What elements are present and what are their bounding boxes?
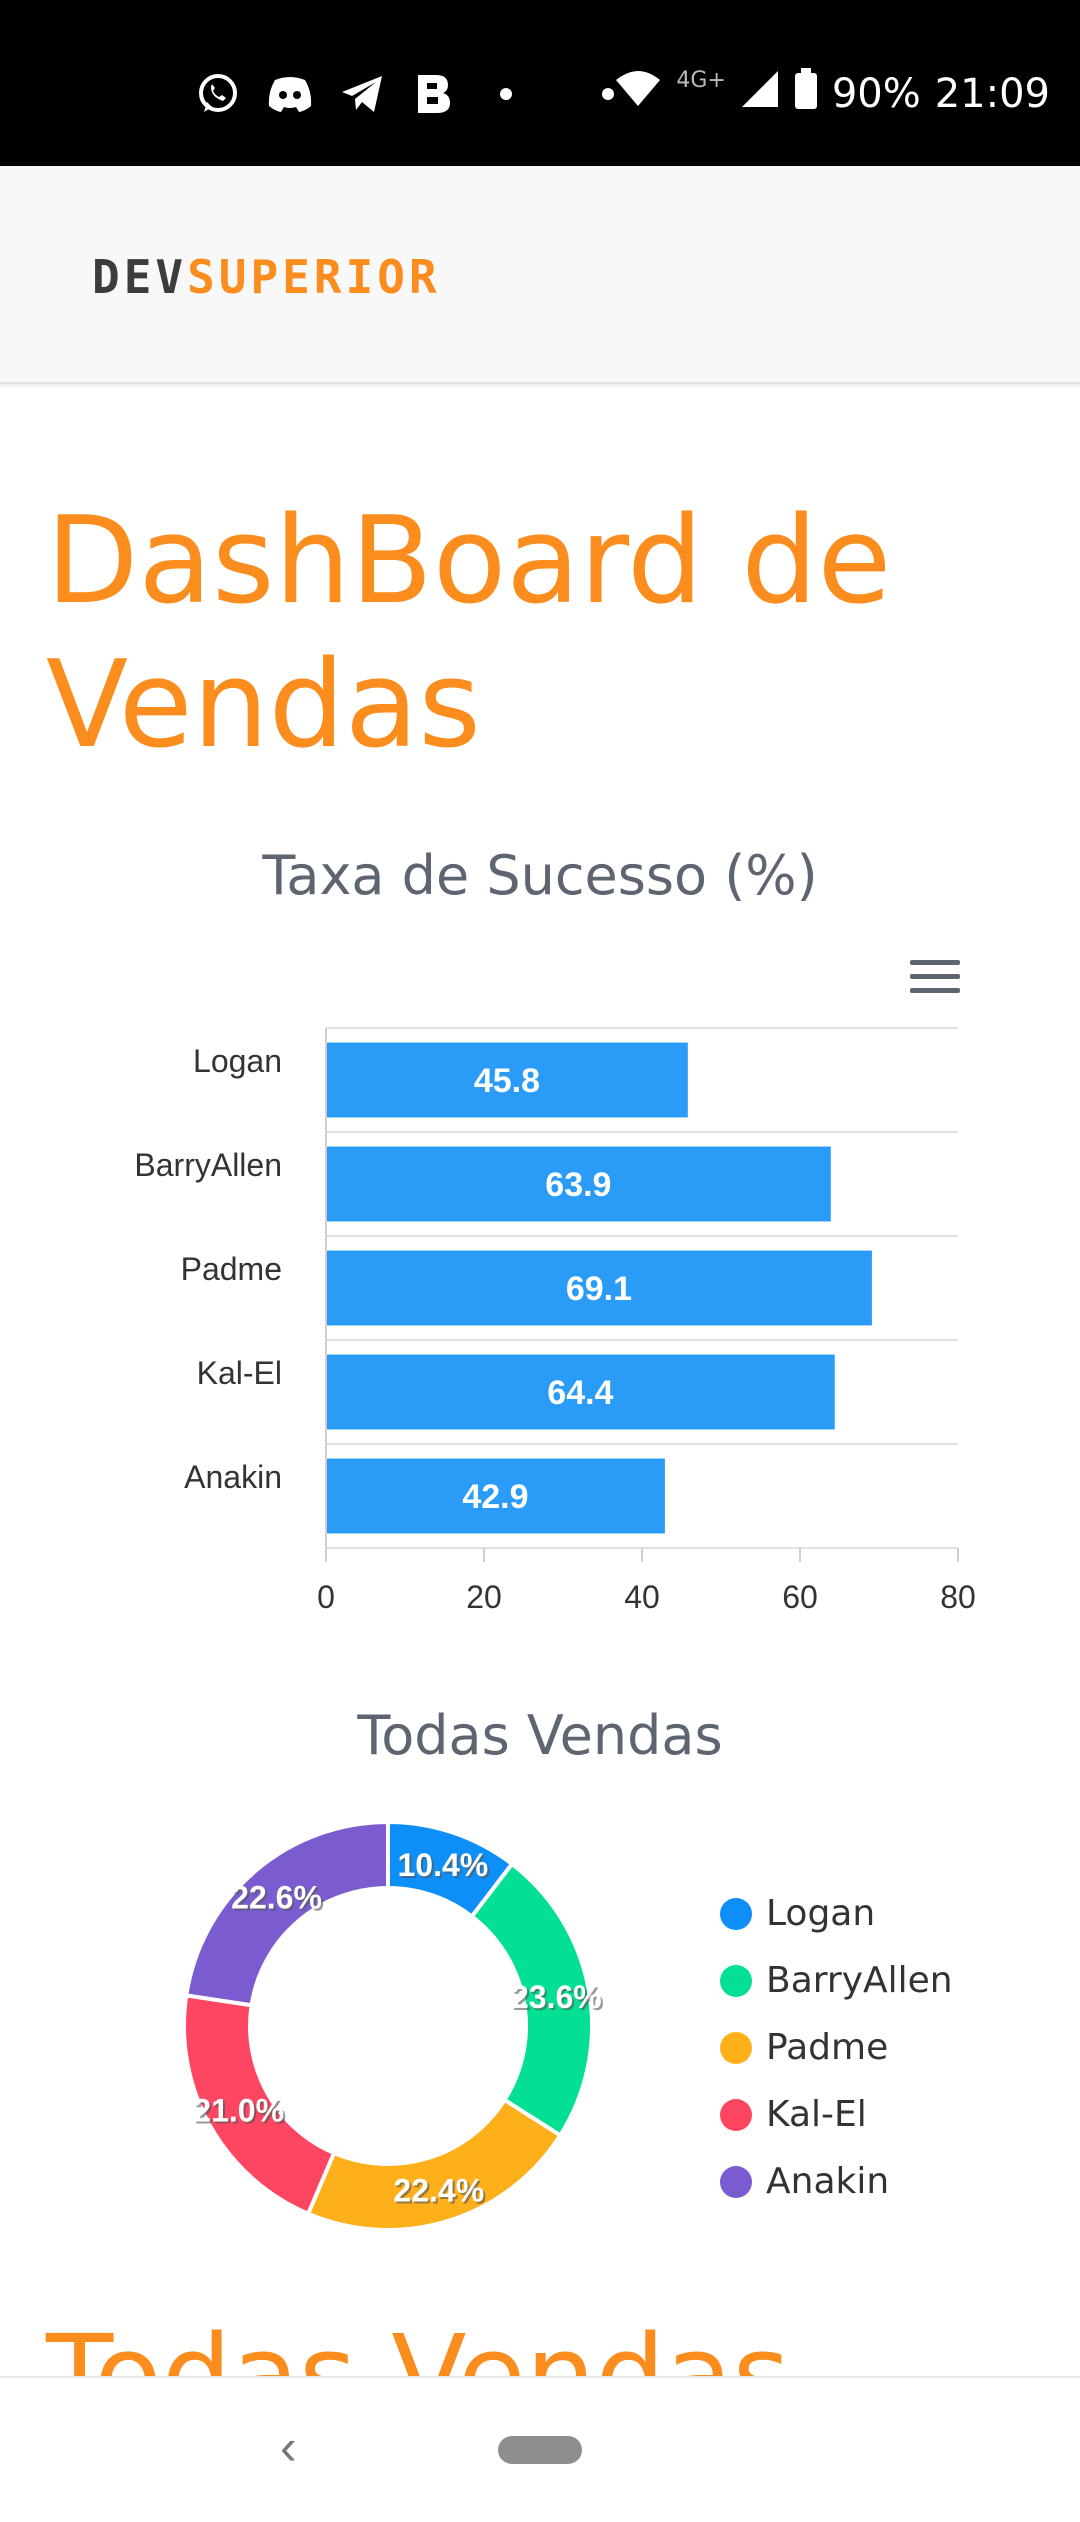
- category-label: Kal-El: [197, 1355, 282, 1391]
- wifi-icon: [614, 70, 662, 118]
- system-nav-bar: ‹: [0, 2376, 1080, 2522]
- system-status: 4G+ 90% 21:09: [614, 62, 1050, 126]
- bar-chart-title: Taxa de Sucesso (%): [262, 844, 818, 907]
- x-tick-label: 0: [317, 1579, 335, 1615]
- devsuperior-logo[interactable]: DEVSUPERIOR: [92, 250, 441, 304]
- legend-label: Padme: [766, 2027, 889, 2068]
- slice-data-label: 22.4%: [393, 2172, 484, 2208]
- category-label: Logan: [193, 1043, 282, 1079]
- battery-percent: 90%: [831, 71, 921, 117]
- slice-data-label: 21.0%: [193, 2092, 284, 2128]
- legend-marker: [720, 2031, 752, 2064]
- bar-data-label: 42.9: [462, 1478, 528, 1516]
- b-app-icon: [411, 71, 457, 117]
- status-bar: 4G+ 90% 21:09: [0, 0, 1080, 166]
- notification-icons: [195, 62, 631, 126]
- slice-data-label: 10.4%: [398, 1847, 489, 1883]
- legend-label: Anakin: [766, 2161, 890, 2202]
- discord-icon: [267, 71, 313, 117]
- x-tick-label: 80: [940, 1579, 976, 1615]
- bar-data-label: 64.4: [547, 1374, 613, 1412]
- x-tick-label: 60: [782, 1579, 818, 1615]
- page-title: DashBoard de Vendas: [46, 492, 892, 775]
- battery-icon: [794, 68, 818, 120]
- category-label: Anakin: [184, 1459, 282, 1495]
- clock: 21:09: [934, 71, 1050, 117]
- bar-data-label: 63.9: [545, 1166, 611, 1204]
- legend-item[interactable]: Logan: [720, 1880, 953, 1947]
- legend-label: Kal-El: [766, 2094, 867, 2135]
- chart-menu-icon[interactable]: [910, 960, 960, 996]
- donut-chart: 10.4%10.4%23.6%23.6%22.4%22.4%21.0%21.0%…: [182, 1819, 604, 2232]
- bar-chart: 45.8 Logan 63.9 BarryAllen 69.1 Padme 64.4 Kal-…: [134, 1027, 976, 1615]
- slice-data-label: 22.6%: [231, 1879, 322, 1915]
- legend-item[interactable]: Padme: [720, 2014, 953, 2081]
- network-type: 4G+: [676, 67, 726, 93]
- legend-marker: [720, 2165, 752, 2198]
- navbar: DEVSUPERIOR: [0, 166, 1080, 384]
- telegram-icon: [339, 71, 385, 117]
- legend-label: Logan: [766, 1893, 876, 1934]
- slice-Padme[interactable]: [305, 2097, 564, 2232]
- legend-marker: [720, 1897, 752, 1930]
- legend-marker: [720, 1964, 752, 1997]
- x-tick-label: 20: [466, 1579, 502, 1615]
- x-tick-label: 40: [624, 1579, 660, 1615]
- legend-label: BarryAllen: [766, 1960, 953, 2001]
- signal-icon: [740, 69, 780, 119]
- chart-legend: Logan BarryAllen Padme Kal-El Anakin: [720, 1880, 953, 2215]
- category-label: BarryAllen: [134, 1147, 282, 1183]
- legend-item[interactable]: Anakin: [720, 2148, 953, 2215]
- category-label: Padme: [181, 1251, 282, 1287]
- donut-chart-title: Todas Vendas: [357, 1704, 723, 1767]
- dot-icon: [483, 71, 529, 117]
- home-pill[interactable]: [498, 2436, 582, 2464]
- bar-data-label: 45.8: [474, 1062, 540, 1100]
- legend-marker: [720, 2098, 752, 2131]
- bar-data-label: 69.1: [566, 1270, 632, 1308]
- legend-item[interactable]: BarryAllen: [720, 1947, 953, 2014]
- back-icon[interactable]: ‹: [280, 2418, 297, 2476]
- slice-data-label: 23.6%: [511, 1979, 602, 2015]
- legend-item[interactable]: Kal-El: [720, 2081, 953, 2148]
- whatsapp-icon: [195, 71, 241, 117]
